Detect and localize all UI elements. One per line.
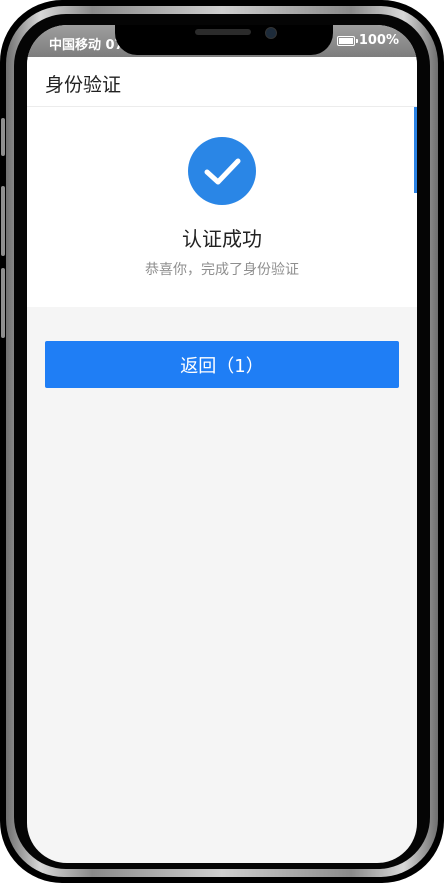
result-title: 认证成功 — [182, 227, 262, 251]
speaker-icon — [195, 29, 251, 35]
volume-down-button — [1, 268, 5, 338]
carrier-label: 中国移动 07 — [49, 38, 124, 53]
battery-level: 100% — [358, 33, 399, 48]
back-button[interactable]: 返回（1） — [45, 341, 399, 388]
mute-switch — [1, 118, 5, 156]
notch — [115, 25, 333, 55]
check-circle-icon — [188, 137, 256, 205]
battery-icon — [336, 35, 358, 46]
result-subtitle: 恭喜你，完成了身份验证 — [145, 262, 299, 278]
phone-screen: 中国移动 07 100% 身份验证 认证成功 恭喜你，完成了身份验证 返回（1） — [27, 25, 417, 863]
app-header: 身份验证 — [27, 57, 417, 107]
scroll-indicator — [414, 107, 417, 193]
volume-up-button — [1, 186, 5, 256]
phone-frame: 中国移动 07 100% 身份验证 认证成功 恭喜你，完成了身份验证 返回（1） — [0, 0, 444, 883]
page-title: 身份验证 — [45, 74, 122, 96]
camera-icon — [265, 27, 277, 39]
result-panel: 认证成功 恭喜你，完成了身份验证 — [27, 107, 417, 307]
